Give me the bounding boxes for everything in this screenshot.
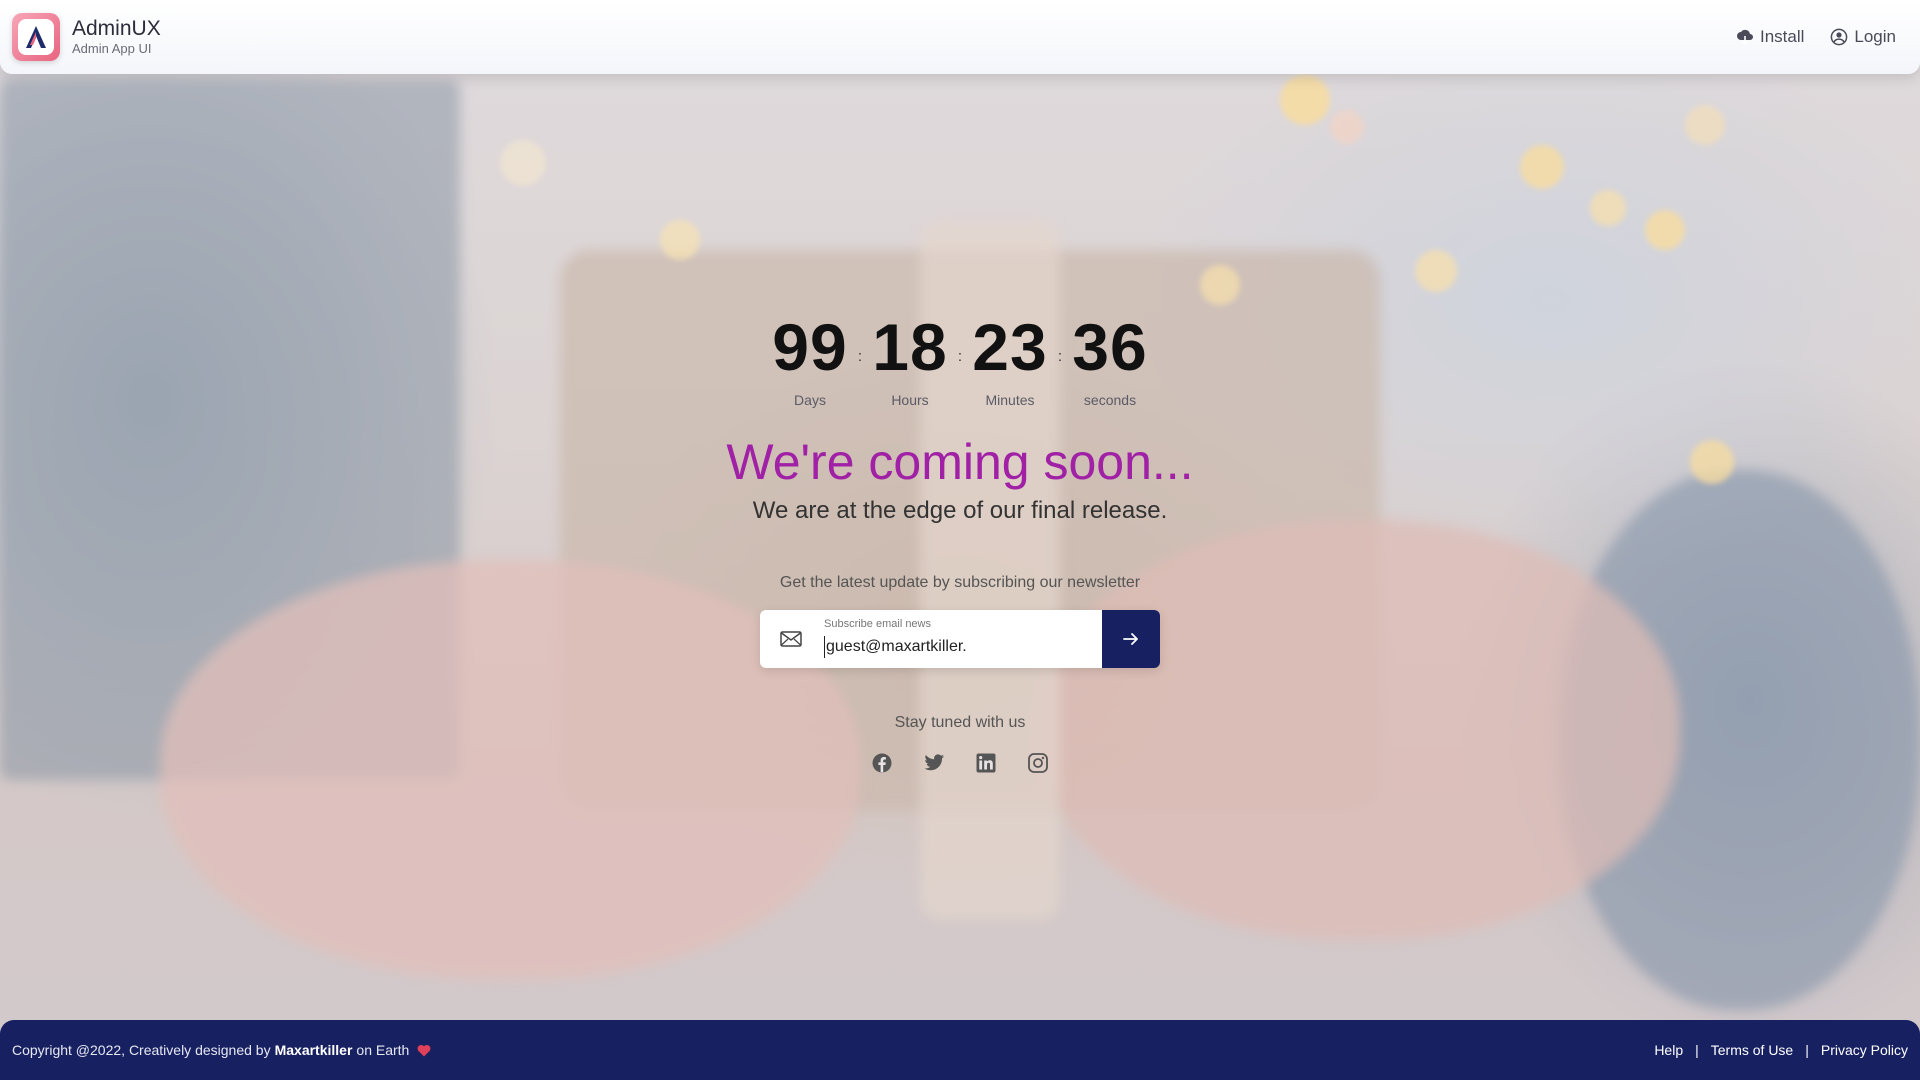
logo-a-icon: [26, 26, 46, 48]
background-overlay: [0, 0, 1920, 1080]
install-button[interactable]: Install: [1736, 27, 1804, 47]
minutes-value: 23: [972, 310, 1048, 384]
coming-soon-subtitle: We are at the edge of our final release.: [752, 497, 1168, 524]
stay-tuned-heading: Stay tuned with us: [894, 714, 1026, 731]
cloud-download-icon: [1736, 29, 1753, 46]
brand-name: AdminUX: [72, 17, 161, 40]
copyright: Copyright @2022, Creatively designed by …: [12, 1042, 431, 1058]
days-label: Days: [794, 392, 826, 408]
linkedin-icon[interactable]: [975, 752, 997, 774]
footer-separator: |: [1805, 1042, 1809, 1058]
arrow-right-icon: [1123, 633, 1138, 645]
logo-mark: [18, 19, 54, 55]
brand-subtitle: Admin App UI: [72, 41, 152, 56]
install-label: Install: [1759, 27, 1805, 46]
background-photo: [0, 0, 1920, 1080]
facebook-icon[interactable]: [871, 752, 893, 774]
countdown-hours: 18 Hours: [870, 312, 950, 408]
countdown-separator: :: [1057, 348, 1063, 365]
hours-value: 18: [872, 310, 948, 384]
social-links: [0, 752, 1920, 774]
login-label: Login: [1854, 27, 1896, 46]
privacy-link[interactable]: Privacy Policy: [1821, 1042, 1908, 1058]
subscribe-submit-button[interactable]: [1102, 610, 1160, 668]
heart-icon: [417, 1044, 431, 1056]
header-nav: Install Login: [1736, 27, 1908, 47]
countdown-separator: :: [857, 348, 863, 365]
countdown-seconds: 36 seconds: [1070, 312, 1150, 408]
email-input-wrap: Subscribe email news: [822, 610, 1102, 668]
countdown-separator: :: [957, 348, 963, 365]
seconds-value: 36: [1072, 310, 1148, 384]
countdown-days: 99 Days: [770, 312, 850, 408]
newsletter-prompt: Get the latest update by subscribing our…: [779, 574, 1141, 591]
brand-logo: [12, 13, 60, 61]
countdown-timer: 99 Days : 18 Hours : 23 Minutes : 36 sec…: [0, 312, 1920, 408]
instagram-icon[interactable]: [1027, 752, 1049, 774]
copyright-prefix: Copyright @2022, Creatively designed by: [12, 1042, 271, 1058]
email-field[interactable]: [824, 636, 1084, 658]
copyright-suffix: on Earth: [356, 1042, 410, 1058]
hours-label: Hours: [891, 392, 929, 408]
coming-soon-title: We're coming soon...: [726, 434, 1194, 490]
help-link[interactable]: Help: [1654, 1042, 1683, 1058]
email-field-label: Subscribe email news: [824, 618, 931, 630]
designer-link[interactable]: Maxartkiller: [275, 1042, 353, 1058]
brand[interactable]: AdminUX Admin App UI: [12, 13, 161, 61]
footer-separator: |: [1695, 1042, 1699, 1058]
minutes-label: Minutes: [985, 392, 1035, 408]
countdown-minutes: 23 Minutes: [970, 312, 1050, 408]
twitter-icon[interactable]: [923, 752, 945, 774]
login-button[interactable]: Login: [1830, 27, 1896, 47]
terms-link[interactable]: Terms of Use: [1711, 1042, 1793, 1058]
subscribe-form: Subscribe email news: [760, 610, 1160, 668]
page-footer: Copyright @2022, Creatively designed by …: [0, 1020, 1920, 1080]
seconds-label: seconds: [1083, 392, 1137, 408]
envelope-icon: [760, 631, 822, 647]
footer-links: Help | Terms of Use | Privacy Policy: [1654, 1042, 1908, 1058]
subscribe-field: Subscribe email news: [760, 610, 1102, 668]
days-value: 99: [772, 310, 848, 384]
top-header: AdminUX Admin App UI Install Login: [0, 0, 1920, 74]
user-circle-icon: [1831, 28, 1848, 46]
